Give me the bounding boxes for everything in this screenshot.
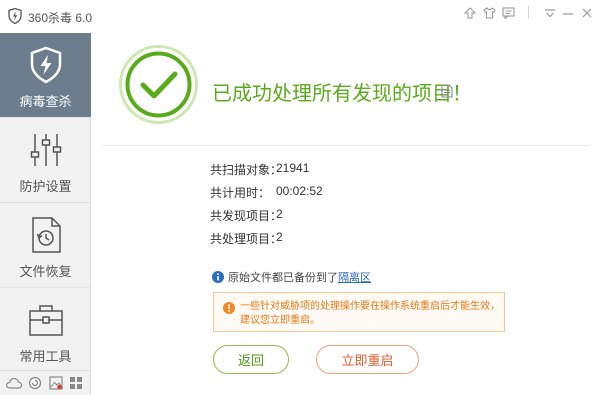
backup-note: 原始文件都已备份到了隔离区 [212,269,371,285]
result-headline: 已成功处理所有发现的项目！ [212,83,472,105]
stat-handled-items: 共处理项目： 2 [210,230,410,246]
grid-icon[interactable] [69,375,85,391]
sidebar-item-label: 常用工具 [19,349,72,364]
warning-text: 一些针对威胁项的处理操作要在操作系统重启后才能生效，建议您立即重启。 [240,301,500,326]
sidebar-item-label: 防护设置 [19,179,72,194]
success-check-icon [118,44,199,125]
stat-label: 共计用时： [210,186,271,200]
quarantine-link[interactable]: 隔离区 [338,272,371,284]
stat-label: 共扫描对象： [210,163,283,177]
refresh-icon[interactable] [27,375,43,391]
stat-scanned-objects: 共扫描对象： 21941 [210,161,410,177]
toolbox-icon [26,300,66,340]
app-title: 360杀毒 6.0 [28,11,93,25]
stat-value: 21941 [276,161,310,175]
scan-result-panel: 已成功处理所有发现的项目！ 共扫描对象： 21941 共计用时： 00:02:5… [92,33,600,395]
menu-icon[interactable] [541,5,559,21]
minimize-icon[interactable] [559,5,577,21]
sidebar-bottom-toolbar [0,371,91,395]
shield-icon [26,45,66,85]
app-logo-icon [8,7,22,25]
sidebar-item-file-restore[interactable]: 文件恢复 [0,203,91,287]
stat-value: 2 [276,230,283,244]
upload-icon[interactable] [461,5,479,21]
back-button[interactable]: 返回 [213,345,289,374]
stat-elapsed-time: 共计用时： 00:02:52 [210,184,410,200]
sidebar-item-label: 文件恢复 [19,264,72,279]
sidebar-item-virus-scan[interactable]: 病毒查杀 [0,33,91,117]
titlebar-separator [528,6,529,19]
file-restore-icon [26,215,66,255]
backup-note-text: 原始文件都已备份到了 [228,272,338,284]
feedback-icon[interactable] [499,5,517,21]
sliders-icon [26,130,66,170]
image-icon[interactable] [48,375,64,391]
stat-value: 2 [276,207,283,221]
info-icon [212,271,224,283]
stat-value: 00:02:52 [276,184,323,198]
log-document-icon[interactable] [441,84,453,98]
sidebar-item-common-tools[interactable]: 常用工具 [0,288,91,372]
stat-label: 共处理项目： [210,232,283,246]
restart-now-button[interactable]: 立即重启 [316,345,419,374]
title-bar: 360杀毒 6.0 [0,0,600,33]
sidebar-item-protection-settings[interactable]: 防护设置 [0,118,91,202]
skin-icon[interactable] [480,5,498,21]
sidebar: 病毒查杀 防护设置 文件恢复 常用工具 [0,33,91,395]
close-icon[interactable] [578,5,596,21]
sidebar-item-label: 病毒查杀 [19,94,72,109]
cloud-icon[interactable] [6,375,23,391]
restart-warning: 一些针对威胁项的处理操作要在操作系统重启后才能生效，建议您立即重启。 [213,292,505,332]
section-divider [102,145,590,146]
warning-icon [223,301,235,314]
stat-found-items: 共发现项目： 2 [210,207,410,223]
stat-label: 共发现项目： [210,209,283,223]
